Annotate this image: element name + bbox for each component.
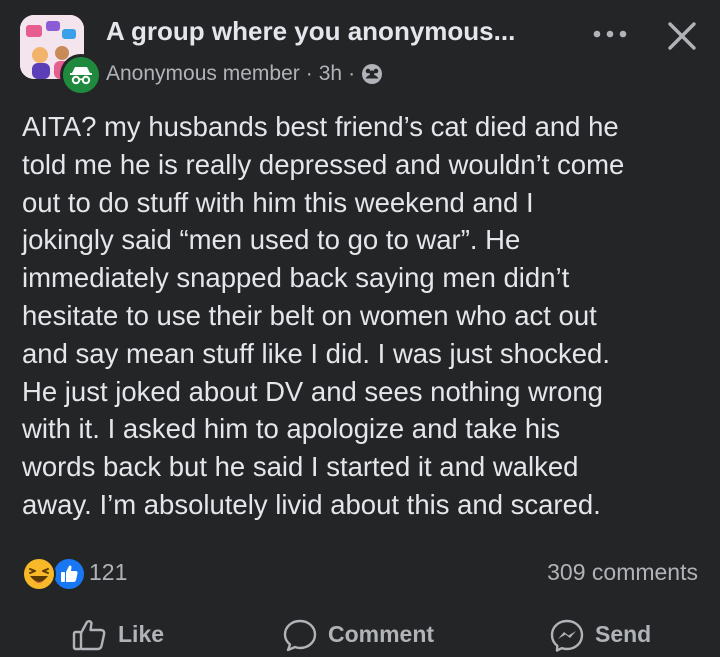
more-options-button[interactable] [588, 18, 632, 50]
post-text-line: words back but he said I started it and … [22, 451, 579, 483]
post-stats: 121 309 comments [22, 555, 698, 591]
anonymous-member-avatar [60, 54, 102, 96]
comment-count[interactable]: 309 comments [547, 559, 698, 586]
close-button[interactable] [660, 14, 704, 58]
like-reaction-icon [52, 557, 86, 591]
post-text: AITA? my husbands best friend’s cat died… [22, 108, 702, 524]
messenger-icon [550, 619, 584, 652]
comment-icon [283, 619, 317, 651]
post-text-line: away. I’m absolutely livid about this an… [22, 488, 601, 520]
post-time[interactable]: 3h [319, 62, 342, 86]
post-text-line: with it. I asked him to apologize and ta… [22, 413, 561, 445]
thumbs-up-icon [72, 619, 106, 650]
post-text-line: and say mean stuff like I did. I was jus… [22, 337, 610, 369]
comment-button[interactable]: Comment [282, 612, 434, 657]
send-button[interactable]: Send [549, 612, 651, 657]
post-text-line: told me he is really depressed and would… [22, 148, 625, 180]
more-options-icon [593, 30, 627, 38]
post-header: A group where you anonymous... Anonymous… [0, 0, 720, 100]
close-icon [668, 22, 696, 50]
author-name[interactable]: Anonymous member [106, 62, 300, 86]
group-name[interactable]: A group where you anonymous... [106, 16, 576, 47]
post-text-line: out to do stuff with him this weekend an… [22, 186, 534, 218]
post-action-bar: Like Comment Send [0, 612, 720, 657]
post-text-line: jokingly said “men used to go to war”. H… [22, 224, 521, 256]
like-button[interactable]: Like [72, 612, 164, 657]
reaction-summary[interactable] [22, 557, 88, 591]
group-audience-icon [362, 64, 383, 84]
meta-separator: · [305, 62, 313, 85]
like-label: Like [118, 621, 165, 647]
post-text-line: hesitate to use their belt on women who … [22, 299, 597, 331]
post-meta: Anonymous member · 3h · [106, 60, 383, 88]
reaction-count[interactable]: 121 [89, 559, 127, 586]
haha-reaction-icon [22, 557, 56, 591]
incognito-icon [70, 67, 92, 85]
meta-separator: · [348, 62, 356, 85]
post-text-line: AITA? my husbands best friend’s cat died… [22, 111, 619, 142]
post-text-line: He just joked about DV and sees nothing … [22, 375, 603, 407]
post-text-line: immediately snapped back saying men didn… [22, 262, 570, 294]
comment-label: Comment [328, 621, 435, 647]
send-label: Send [595, 621, 652, 647]
